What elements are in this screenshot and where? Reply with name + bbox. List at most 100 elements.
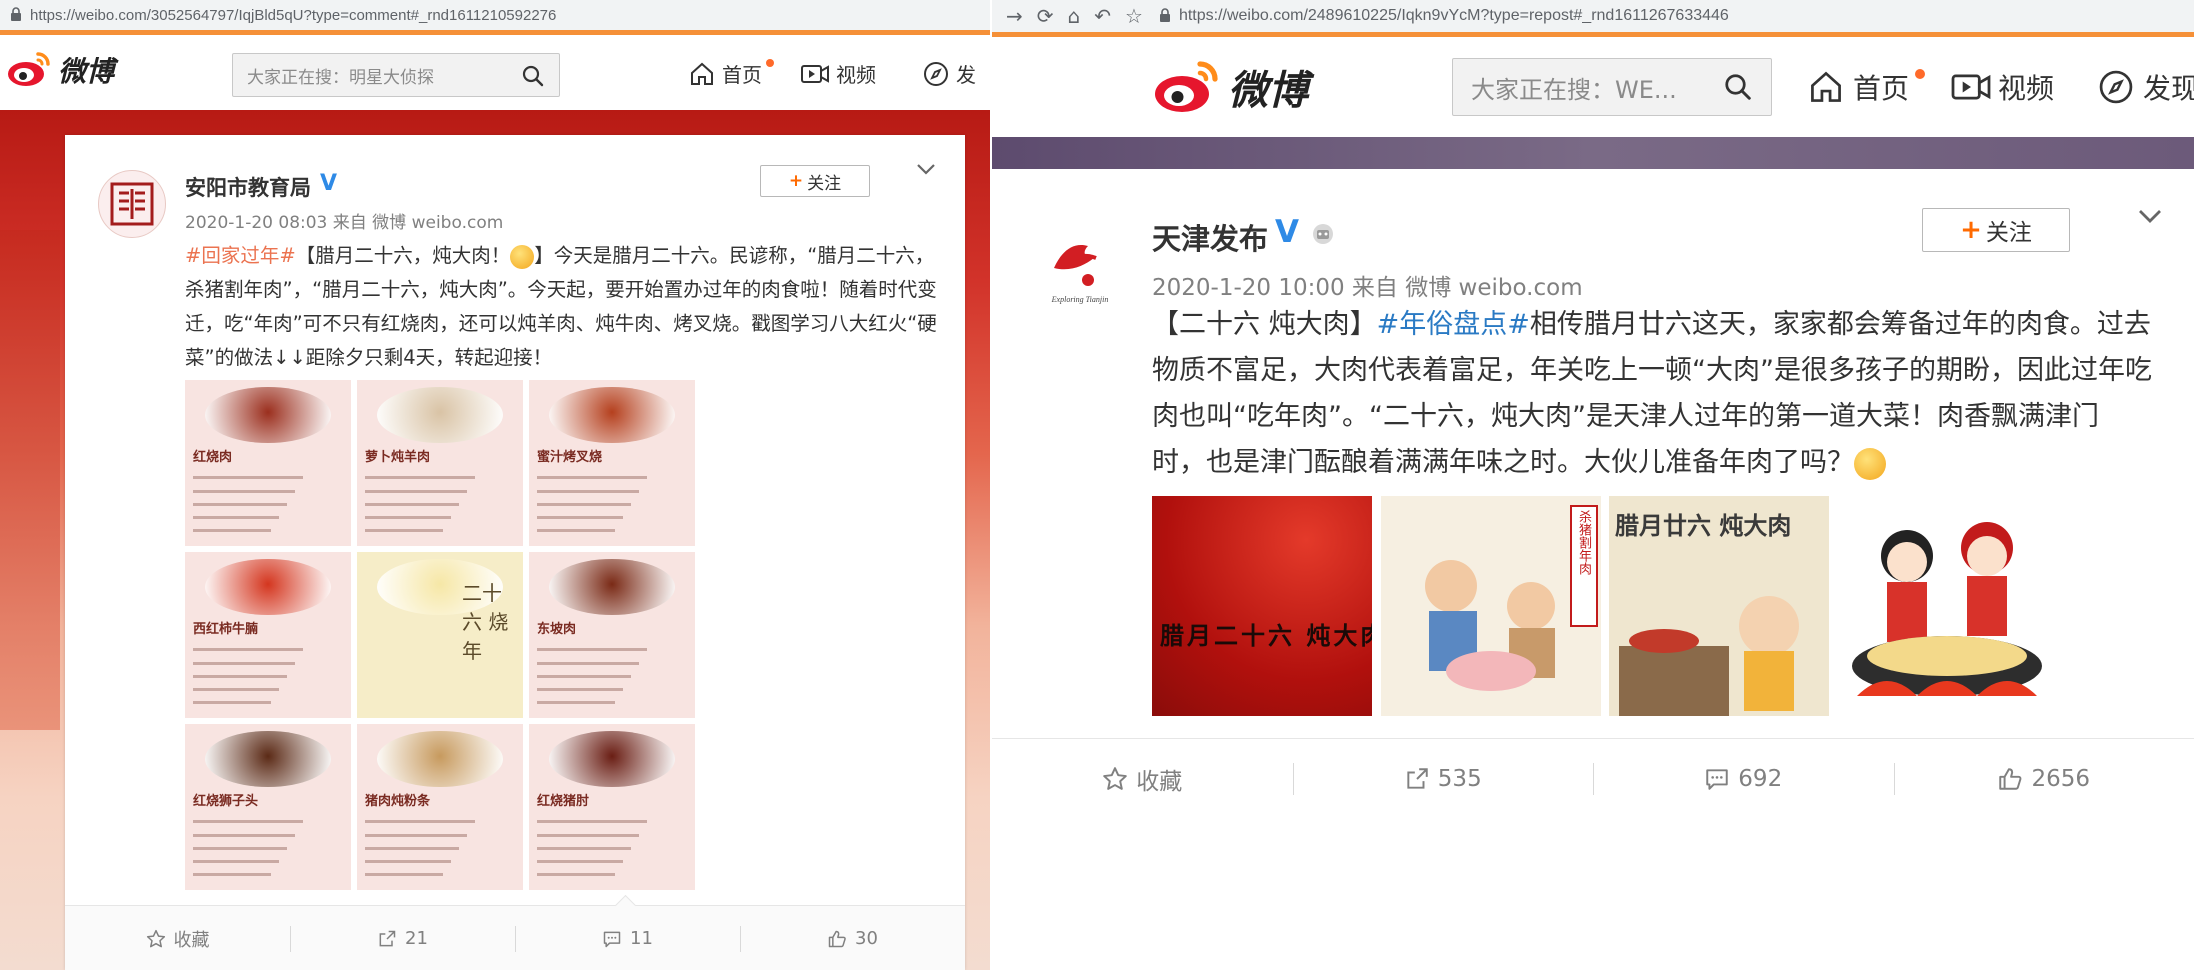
avatar[interactable]: Exploring Tianjin — [1034, 222, 1126, 314]
browser-toolbar: → ⟳ ⌂ ↶ ☆ https://weibo.com/2489610225/I… — [992, 0, 2194, 32]
nav-discover[interactable]: 发现 — [2097, 67, 2194, 107]
action-share[interactable]: 535 — [1292, 739, 1594, 819]
recipe-text-line — [193, 846, 287, 850]
dish-photo — [204, 558, 332, 616]
search-icon[interactable] — [521, 64, 545, 92]
forward-icon[interactable]: → — [1006, 4, 1023, 28]
dish-photo — [376, 386, 504, 444]
avatar[interactable] — [98, 170, 166, 238]
recipe-image[interactable]: 红烧猪肘 — [529, 724, 695, 890]
action-star[interactable]: 收藏 — [992, 739, 1293, 819]
profile-banner — [992, 137, 2194, 169]
recipe-text-line — [193, 833, 295, 837]
notification-dot — [1915, 69, 1925, 79]
follow-button[interactable]: + 关注 — [1922, 208, 2070, 252]
action-comment[interactable]: 11 — [515, 906, 740, 970]
post-image-2[interactable]: 杀猪割年肉 — [1381, 496, 1601, 716]
recipe-text-line — [193, 860, 279, 864]
verified-badge: V — [320, 171, 338, 196]
post-image-4[interactable] — [1837, 496, 2057, 716]
post-image-1[interactable]: 腊月二十六 炖大肉 — [1152, 496, 1372, 716]
undo-icon[interactable]: ↶ — [1094, 4, 1111, 28]
recipe-text-line — [537, 833, 639, 837]
post-meta[interactable]: 2020-1-20 10:00 来自 微博 weibo.com — [1152, 268, 1583, 302]
dish-photo — [548, 386, 676, 444]
recipe-text-line — [365, 476, 475, 480]
recipe-image[interactable]: 萝卜炖羊肉 — [357, 380, 523, 546]
video-icon — [801, 64, 829, 83]
weibo-logo-text: 微博 — [58, 55, 115, 88]
hashtag-link[interactable]: #回家过年# — [185, 244, 296, 267]
hashtag-link[interactable]: #年俗盘点# — [1377, 309, 1530, 340]
search-input[interactable]: 大家正在搜：明星大侦探 — [247, 63, 497, 88]
weibo-post-card: 安阳市教育局 V 2020-1-20 08:03 来自 微博 weibo.com… — [65, 135, 965, 970]
action-like[interactable]: 2656 — [1893, 739, 2194, 819]
share-icon — [1407, 768, 1428, 789]
recipe-image[interactable]: 红烧肉 — [185, 380, 351, 546]
bookmark-star-icon[interactable]: ☆ — [1125, 4, 1143, 28]
search-input[interactable]: 大家正在搜：WE... — [1471, 70, 1696, 105]
star-icon — [146, 929, 165, 947]
recipe-image[interactable]: 红烧狮子头 — [185, 724, 351, 890]
recipe-image[interactable]: 猪肉炖粉条 — [357, 724, 523, 890]
recipe-text-line — [365, 820, 475, 824]
username[interactable]: 安阳市教育局 — [185, 172, 311, 202]
chevron-down-icon[interactable] — [915, 161, 937, 181]
action-comment[interactable]: 692 — [1593, 739, 1894, 819]
action-like[interactable]: 30 — [740, 906, 965, 970]
lock-icon — [1159, 7, 1171, 26]
address-url[interactable]: https://weibo.com/3052564797/IqjBld5qU?t… — [30, 7, 556, 24]
compass-icon — [924, 61, 948, 86]
follow-label: 关注 — [807, 173, 842, 194]
search-box[interactable]: 大家正在搜：明星大侦探 — [232, 53, 560, 97]
nav-video[interactable]: 视频 — [800, 59, 876, 88]
recipe-text-line — [193, 661, 295, 665]
recipe-text-line — [537, 860, 623, 864]
follow-button[interactable]: + 关注 — [760, 165, 870, 197]
browser-address-bar[interactable]: https://weibo.com/3052564797/IqjBld5qU?t… — [0, 0, 990, 30]
search-icon[interactable] — [1723, 72, 1753, 106]
dish-photo — [204, 730, 332, 788]
nav-video[interactable]: 视频 — [1950, 67, 2054, 107]
reload-icon[interactable]: ⟳ — [1037, 4, 1054, 28]
search-box[interactable]: 大家正在搜：WE... — [1452, 58, 1772, 116]
recipe-image[interactable]: 二十六 烧年 — [357, 552, 523, 718]
recipe-image[interactable]: 蜜汁烤叉烧 — [529, 380, 695, 546]
post-meta[interactable]: 2020-1-20 08:03 来自 微博 weibo.com — [185, 208, 503, 233]
weibo-logo-icon — [6, 48, 54, 92]
weibo-logo[interactable]: 微博 — [6, 48, 114, 92]
username[interactable]: 天津发布 — [1152, 216, 1268, 258]
chevron-down-icon[interactable] — [2136, 206, 2164, 230]
left-screenshot: https://weibo.com/3052564797/IqjBld5qU?t… — [0, 0, 990, 970]
action-star[interactable]: 收藏 — [65, 906, 290, 970]
nav-discover-label: 发 — [956, 63, 976, 87]
weibo-logo[interactable]: 微博 — [1152, 55, 1308, 119]
recipe-text-line — [537, 661, 639, 665]
action-label: 21 — [405, 928, 428, 949]
emoji-icon — [510, 244, 535, 269]
action-share[interactable]: 21 — [290, 906, 515, 970]
recipe-image[interactable]: 西红柿牛腩 — [185, 552, 351, 718]
nav-home[interactable]: 首页 — [688, 59, 774, 88]
recipe-title: 红烧狮子头 — [193, 794, 259, 810]
recipe-image[interactable]: 东坡肉 — [529, 552, 695, 718]
recipe-text-line — [365, 873, 443, 877]
post-text-part1: 【腊月二十六，炖大肉！ — [295, 244, 511, 267]
recipe-title: 蜜汁烤叉烧 — [537, 450, 603, 466]
svg-text:Exploring Tianjin: Exploring Tianjin — [1051, 295, 1109, 304]
nav-video-label: 视频 — [836, 63, 876, 87]
weibo-post-card: Exploring Tianjin 天津发布 V 2020-1-20 10:00… — [992, 172, 2194, 970]
nav-home-label: 首页 — [1853, 72, 1910, 105]
nav-discover[interactable]: 发 — [922, 59, 976, 88]
recipe-text-line — [537, 489, 639, 493]
post-image-3[interactable]: 腊月廿六 炖大肉 — [1609, 496, 1829, 716]
recipe-title: 萝卜炖羊肉 — [365, 450, 431, 466]
nav-home[interactable]: 首页 — [1807, 67, 1925, 107]
recipe-text-line — [365, 846, 459, 850]
recipe-text-line — [537, 674, 631, 678]
address-url[interactable]: https://weibo.com/2489610225/Iqkn9vYcM?t… — [1179, 7, 1729, 25]
recipe-text-line — [193, 648, 303, 652]
home-browser-icon[interactable]: ⌂ — [1068, 4, 1081, 28]
weibo-logo-text: 微博 — [1228, 67, 1308, 114]
action-label: 11 — [630, 928, 653, 949]
